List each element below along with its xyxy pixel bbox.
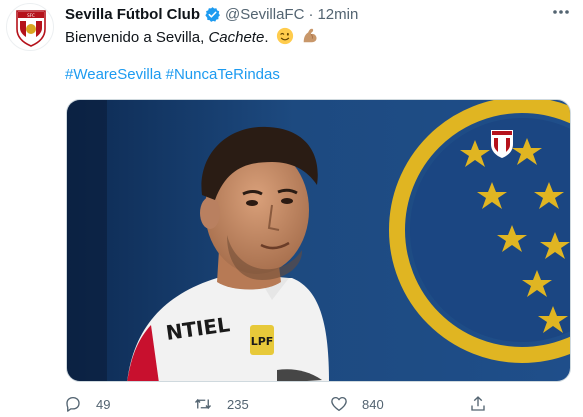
retweet-count: 235 [227, 396, 249, 412]
author-name[interactable]: Sevilla Fútbol Club [65, 6, 200, 23]
verified-badge-icon [204, 6, 221, 23]
winking-face-emoji-icon [276, 27, 294, 51]
avatar[interactable]: SFC [6, 3, 54, 51]
svg-text:SFC: SFC [27, 13, 35, 18]
tweet: SFC Sevilla Fútbol Club @SevillaFC · 12m… [0, 0, 583, 417]
tweet-text-end: . [264, 29, 269, 46]
share-icon [471, 396, 485, 411]
timestamp[interactable]: 12min [317, 6, 358, 23]
sevilla-crest-icon: SFC [16, 10, 46, 47]
separator-dot: · [308, 5, 314, 23]
flexed-biceps-emoji-icon [301, 27, 319, 51]
more-options-icon[interactable] [549, 2, 573, 22]
tweet-header: Sevilla Fútbol Club @SevillaFC · 12min [65, 4, 358, 24]
tweet-actions: 49 235 840 [60, 392, 570, 416]
tweet-text-emphasis: Cachete [208, 29, 265, 46]
like-count: 840 [362, 396, 384, 412]
retweet-icon [194, 398, 212, 410]
retweet-button[interactable]: 235 [193, 392, 249, 416]
league-badge-text: LPF [251, 335, 274, 348]
heart-icon [331, 396, 347, 412]
like-button[interactable]: 840 [330, 392, 384, 416]
share-button[interactable] [469, 392, 487, 416]
author-handle[interactable]: @SevillaFC [225, 6, 304, 23]
tweet-media-image[interactable]: NTIEL LPF [66, 99, 571, 382]
tweet-text: Bienvenido a Sevilla, Cachete. [65, 27, 319, 51]
tweet-text-main: Bienvenido a Sevilla, [65, 29, 209, 46]
hashtag-link[interactable]: #NuncaTeRindas [166, 66, 280, 83]
reply-icon [66, 396, 80, 412]
hashtags: #WeareSevilla #NuncaTeRindas [65, 66, 280, 83]
reply-button[interactable]: 49 [64, 392, 110, 416]
hashtag-link[interactable]: #WeareSevilla [65, 66, 161, 83]
reply-count: 49 [96, 396, 111, 412]
